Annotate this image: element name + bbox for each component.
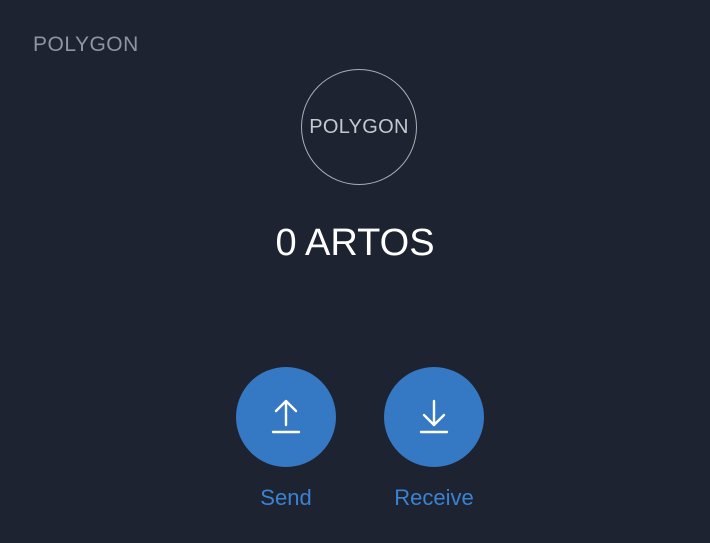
token-logo: POLYGON [301,69,417,185]
token-balance: 0 ARTOS [275,222,435,264]
receive-button[interactable] [384,367,484,467]
send-label[interactable]: Send [260,485,311,511]
download-arrow-icon [419,399,449,434]
receive-action[interactable]: Receive [384,367,484,511]
send-button[interactable] [236,367,336,467]
receive-label[interactable]: Receive [394,485,473,511]
send-action[interactable]: Send [236,367,336,511]
network-label: POLYGON [33,33,139,56]
upload-arrow-icon [271,399,301,434]
token-logo-text: POLYGON [309,115,409,138]
